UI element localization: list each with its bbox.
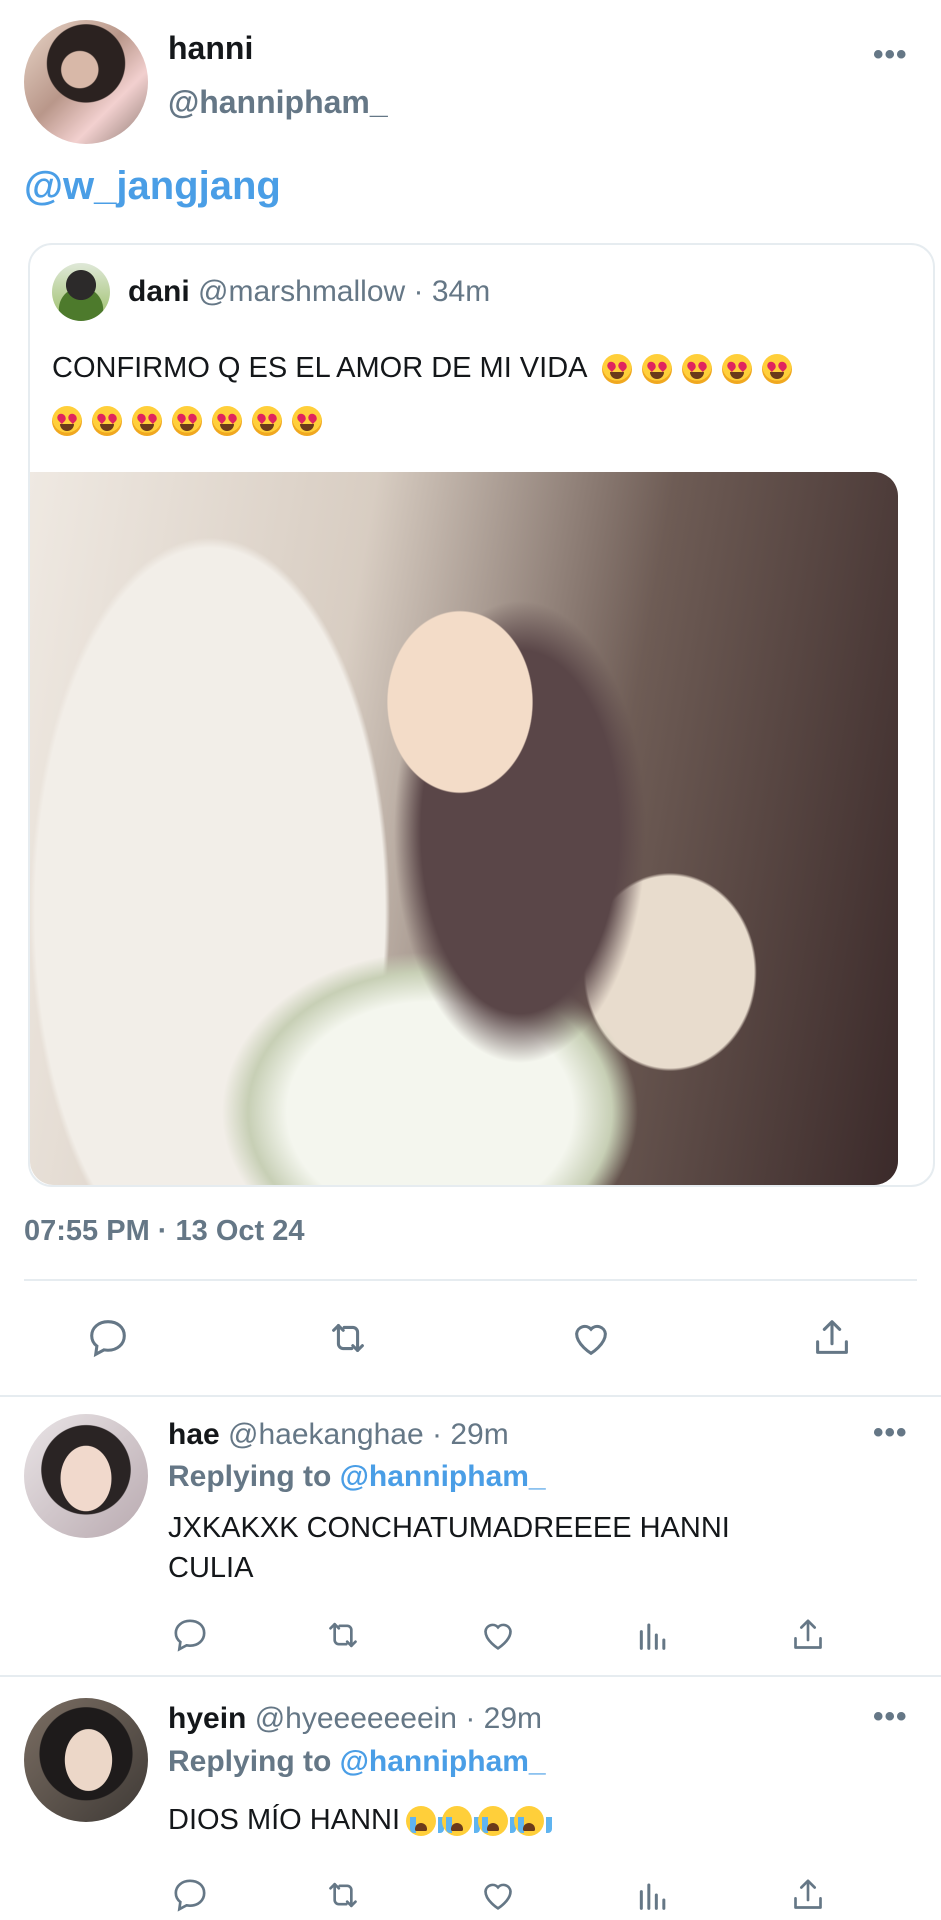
heart-eyes-emoji-icon [292,406,322,437]
heart-eyes-emoji-icon [92,406,122,437]
heart-eyes-emoji-row [52,406,322,437]
analytics-icon[interactable] [628,1610,678,1660]
like-icon[interactable] [473,1870,523,1920]
reply-author-name[interactable]: hae [168,1418,220,1451]
reply-icon[interactable] [165,1610,215,1660]
tweet-action-bar [0,1310,941,1370]
replying-prefix: Replying to [168,1460,340,1493]
quoted-handle-time: @marshmallow · 34m [198,275,491,308]
share-icon[interactable] [804,1310,860,1366]
heart-eyes-emoji-icon [212,406,242,437]
analytics-icon[interactable] [628,1870,678,1920]
replying-to-label: Replying to @hannipham_ [168,1745,546,1779]
reply-handle-time: @haekanghae · 29m [228,1418,509,1451]
reply-action-bar [150,1610,910,1660]
reply-text-line: CULIA [168,1552,254,1584]
quoted-tweet-photo[interactable] [30,472,898,1185]
replying-to-link[interactable]: @hannipham_ [340,1460,546,1493]
more-options-icon[interactable]: ••• [873,38,908,72]
reply-text: JXKAKXK CONCHATUMADREEEE HANNI CULIA [168,1508,730,1588]
heart-eyes-emoji-icon [172,406,202,437]
divider [24,1279,917,1281]
more-options-icon[interactable]: ••• [873,1700,908,1734]
quoted-tweet-text: CONFIRMO Q ES EL AMOR DE MI VIDA [52,342,912,446]
reply-author-avatar[interactable] [24,1414,148,1538]
more-options-icon[interactable]: ••• [873,1416,908,1450]
quoted-text: CONFIRMO Q ES EL AMOR DE MI VIDA [52,352,586,384]
reply-text-line: JXKAKXK CONCHATUMADREEEE HANNI [168,1512,730,1544]
reply-meta: hae @haekanghae · 29m [168,1418,509,1452]
retweet-icon[interactable] [318,1610,368,1660]
heart-eyes-emoji-icon [641,354,672,385]
replying-prefix: Replying to [168,1745,340,1778]
reply-author-name[interactable]: hyein [168,1702,246,1735]
heart-eyes-emoji-row [601,354,792,385]
author-handle[interactable]: @hannipham_ [168,84,388,121]
heart-eyes-emoji-icon [681,354,712,385]
tweet-timestamp: 07:55 PM · 13 Oct 24 [24,1215,305,1247]
reply-text: DIOS MÍO HANNI [168,1800,553,1840]
crying-emoji-icon [406,1806,445,1837]
author-avatar[interactable] [24,20,148,144]
crying-emoji-icon [514,1806,553,1837]
heart-eyes-emoji-icon [761,354,792,385]
replying-to-link[interactable]: @hannipham_ [340,1745,546,1778]
reply-text-line: DIOS MÍO HANNI [168,1804,401,1836]
retweet-icon[interactable] [320,1310,376,1366]
divider [0,1395,941,1397]
replying-to-label: Replying to @hannipham_ [168,1460,546,1494]
reply-action-bar [150,1870,910,1920]
divider [0,1675,941,1677]
reply-handle-time: @hyeeeeeeein · 29m [254,1702,543,1735]
heart-eyes-emoji-icon [52,406,82,437]
author-name[interactable]: hanni [168,30,253,67]
crying-emoji-icon [478,1806,517,1837]
heart-eyes-emoji-icon [252,406,282,437]
reply-icon[interactable] [165,1870,215,1920]
crying-emoji-icon [442,1806,481,1837]
quoted-tweet-card[interactable]: dani @marshmallow · 34m CONFIRMO Q ES EL… [28,243,935,1187]
like-icon[interactable] [473,1610,523,1660]
quoted-author-avatar [52,263,110,321]
reply-meta: hyein @hyeeeeeeein · 29m [168,1702,542,1736]
quoted-tweet-meta: dani @marshmallow · 34m [128,275,490,309]
share-icon[interactable] [783,1870,833,1920]
like-icon[interactable] [563,1310,619,1366]
quoted-author-name: dani [128,275,190,308]
reply-icon[interactable] [80,1310,136,1366]
mention-link[interactable]: @w_jangjang [24,164,281,209]
heart-eyes-emoji-icon [132,406,162,437]
reply-author-avatar[interactable] [24,1698,148,1822]
retweet-icon[interactable] [318,1870,368,1920]
heart-eyes-emoji-icon [601,354,632,385]
heart-eyes-emoji-icon [721,354,752,385]
share-icon[interactable] [783,1610,833,1660]
crying-emoji-row [400,1804,553,1837]
